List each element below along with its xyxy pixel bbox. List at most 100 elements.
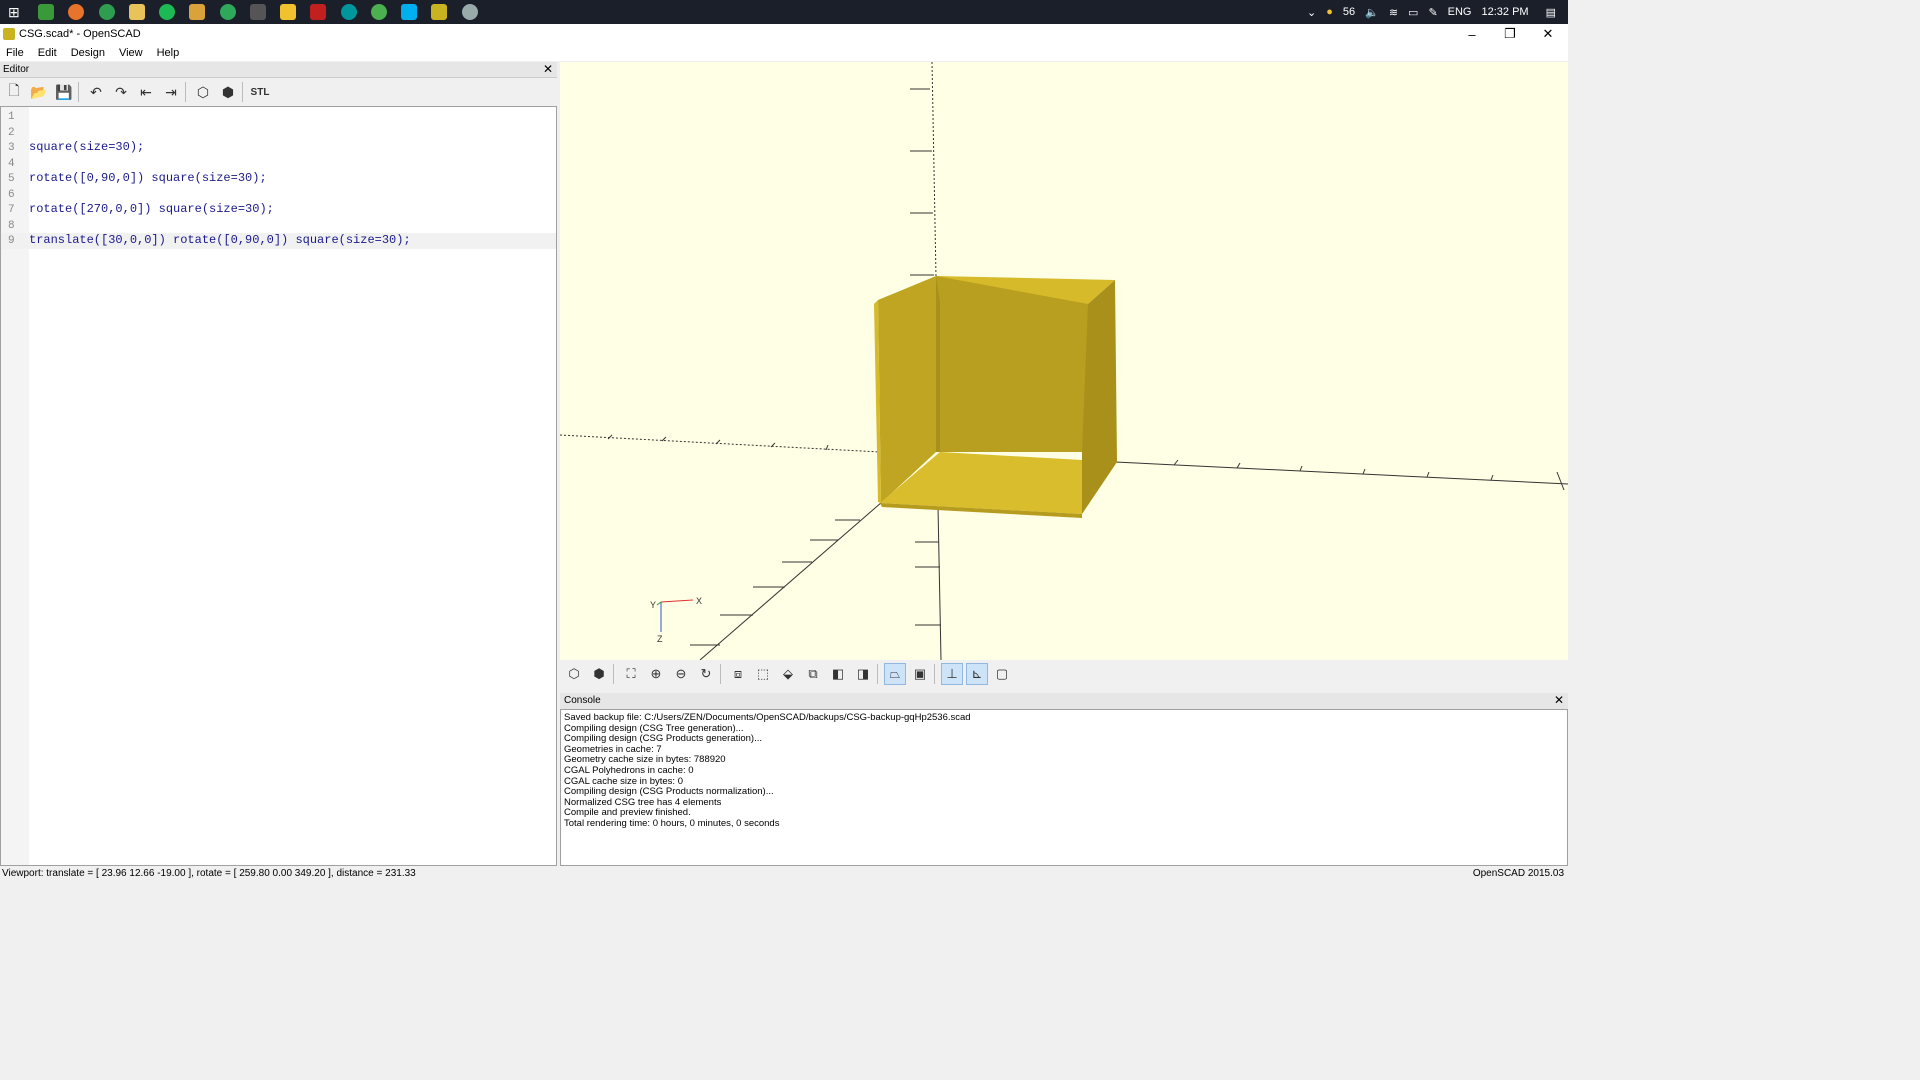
pen-icon[interactable]: ✎ <box>1428 6 1437 19</box>
console-output[interactable]: Saved backup file: C:/Users/ZEN/Document… <box>560 709 1568 866</box>
console-line: Total rendering time: 0 hours, 0 minutes… <box>564 817 780 829</box>
perspective-icon[interactable]: ⏢ <box>884 663 906 685</box>
minimize-button[interactable]: – <box>1454 24 1490 44</box>
openscad-app-icon <box>3 28 15 40</box>
title-bar: CSG.scad* - OpenSCAD – ❐ ✕ <box>0 24 1568 44</box>
file-explorer-icon[interactable] <box>129 4 145 20</box>
clock[interactable]: 12:32 PM <box>1482 6 1529 18</box>
new-file-icon[interactable]: 🗋 <box>3 81 25 103</box>
render-icon[interactable]: ⬢ <box>588 663 610 685</box>
weather-icon[interactable]: ● <box>1326 6 1333 18</box>
menu-design[interactable]: Design <box>71 47 105 59</box>
z-axis-negative <box>931 62 937 278</box>
code-line[interactable]: 7 rotate([270,0,0]) square(size=30); <box>1 202 556 218</box>
reset-view-icon[interactable]: ↻ <box>695 663 717 685</box>
view-top-icon[interactable]: ⬚ <box>752 663 774 685</box>
axis-gizmo: X Y Z <box>650 596 702 644</box>
menu-edit[interactable]: Edit <box>38 47 57 59</box>
app-icon-green[interactable] <box>38 4 54 20</box>
code-line[interactable]: 2 <box>1 125 556 141</box>
z-axis-positive <box>937 506 942 660</box>
skype-icon[interactable] <box>401 4 417 20</box>
x-axis-negative <box>560 434 881 453</box>
zoom-in-icon[interactable]: ⊕ <box>645 663 667 685</box>
code-line[interactable]: 4 <box>1 156 556 172</box>
console-close-icon[interactable]: ✕ <box>1554 693 1564 708</box>
app-icon-window[interactable] <box>250 4 266 20</box>
indent-icon[interactable]: ⇥ <box>160 81 182 103</box>
chrome-icon[interactable] <box>99 4 115 20</box>
notification-icon[interactable]: ▤ <box>1546 6 1556 19</box>
editor-dock-title: Editor ✕ <box>0 62 557 78</box>
view-right-icon[interactable]: ⧈ <box>727 663 749 685</box>
battery-icon[interactable]: ▭ <box>1408 6 1418 19</box>
windows-start-icon[interactable]: ⊞ <box>8 4 24 20</box>
console-title-label: Console <box>564 695 601 706</box>
toolbar-separator <box>934 664 935 684</box>
console-line: Normalized CSG tree has 4 elements <box>564 796 722 808</box>
volume-icon[interactable]: 🔈 <box>1365 6 1379 19</box>
menu-view[interactable]: View <box>119 47 143 59</box>
save-file-icon[interactable]: 💾 <box>53 81 75 103</box>
chevron-up-icon[interactable]: ⌄ <box>1307 6 1316 19</box>
editor-toolbar: 🗋 📂 💾 ↶ ↷ ⇤ ⇥ ⬡ ⬢ STL <box>0 78 557 106</box>
view-all-icon[interactable]: ⛶ <box>620 663 642 685</box>
back-wall-side <box>936 276 940 452</box>
zoom-out-icon[interactable]: ⊖ <box>670 663 692 685</box>
viewport-scene: X Y Z <box>560 62 1568 660</box>
console-line: CGAL Polyhedrons in cache: 0 <box>564 764 694 776</box>
toolbar-separator <box>720 664 721 684</box>
language-indicator[interactable]: ENG <box>1448 6 1472 18</box>
show-scale-icon[interactable]: ⊾ <box>966 663 988 685</box>
openscad-icon[interactable] <box>431 4 447 20</box>
render-icon[interactable]: ⬢ <box>217 81 239 103</box>
menu-file[interactable]: File <box>6 47 24 59</box>
view-back-icon[interactable]: ◨ <box>852 663 874 685</box>
arduino-icon[interactable] <box>341 4 357 20</box>
preview-icon[interactable]: ⬡ <box>563 663 585 685</box>
console-dock-title: Console ✕ <box>560 693 1568 709</box>
code-line[interactable]: 3 square(size=30); <box>1 140 556 156</box>
gizmo-x-label: X <box>696 596 702 606</box>
show-axes-icon[interactable]: ⊥ <box>941 663 963 685</box>
console-line: Saved backup file: C:/Users/ZEN/Document… <box>564 712 971 723</box>
firefox-icon[interactable] <box>68 4 84 20</box>
unindent-icon[interactable]: ⇤ <box>135 81 157 103</box>
app-icon-globe[interactable] <box>371 4 387 20</box>
gizmo-z-label: Z <box>657 634 663 644</box>
code-line[interactable]: 6 <box>1 187 556 203</box>
maximize-button[interactable]: ❐ <box>1492 24 1528 44</box>
undo-icon[interactable]: ↶ <box>85 81 107 103</box>
view-left-icon[interactable]: ⧉ <box>802 663 824 685</box>
code-line[interactable]: 1 <box>1 109 556 125</box>
app-icon-gear[interactable] <box>462 4 478 20</box>
app-icon-diamond[interactable] <box>189 4 205 20</box>
redo-icon[interactable]: ↷ <box>110 81 132 103</box>
acrobat-icon[interactable] <box>310 4 326 20</box>
code-editor[interactable]: 1 2 3 square(size=30); 4 5 rotate([0,90,0]… <box>0 106 557 866</box>
wifi-icon[interactable]: ≋ <box>1389 6 1398 19</box>
system-tray: ⌄ ● 56 🔈 ≋ ▭ ✎ ENG 12:32 PM ▤ <box>1302 0 1568 24</box>
view-toolbar: ⬡ ⬢ ⛶ ⊕ ⊖ ↻ ⧈ ⬚ ⬙ ⧉ ◧ ◨ ⏢ ▣ ⊥ ⊾ ▢ <box>560 660 1568 688</box>
export-stl-button[interactable]: STL <box>249 81 271 103</box>
orthogonal-icon[interactable]: ▣ <box>909 663 931 685</box>
menu-bar: File Edit Design View Help <box>0 44 1568 61</box>
sticky-notes-icon[interactable] <box>280 4 296 20</box>
menu-help[interactable]: Help <box>157 47 180 59</box>
window-title: CSG.scad* - OpenSCAD <box>19 28 141 40</box>
code-line[interactable]: 5 rotate([0,90,0]) square(size=30); <box>1 171 556 187</box>
code-line[interactable]: 8 <box>1 218 556 234</box>
code-line-current[interactable]: 9 translate([30,0,0]) rotate([0,90,0]) sq… <box>1 233 556 249</box>
3d-viewport[interactable]: X Y Z <box>560 62 1568 660</box>
toolbar-separator <box>613 664 614 684</box>
view-bottom-icon[interactable]: ⬙ <box>777 663 799 685</box>
close-button[interactable]: ✕ <box>1530 24 1566 44</box>
spotify-icon[interactable] <box>159 4 175 20</box>
toolbar-separator <box>877 664 878 684</box>
view-front-icon[interactable]: ◧ <box>827 663 849 685</box>
show-edges-icon[interactable]: ▢ <box>991 663 1013 685</box>
editor-close-icon[interactable]: ✕ <box>543 62 553 77</box>
app-icon-arrow[interactable] <box>220 4 236 20</box>
open-file-icon[interactable]: 📂 <box>28 81 50 103</box>
preview-icon[interactable]: ⬡ <box>192 81 214 103</box>
